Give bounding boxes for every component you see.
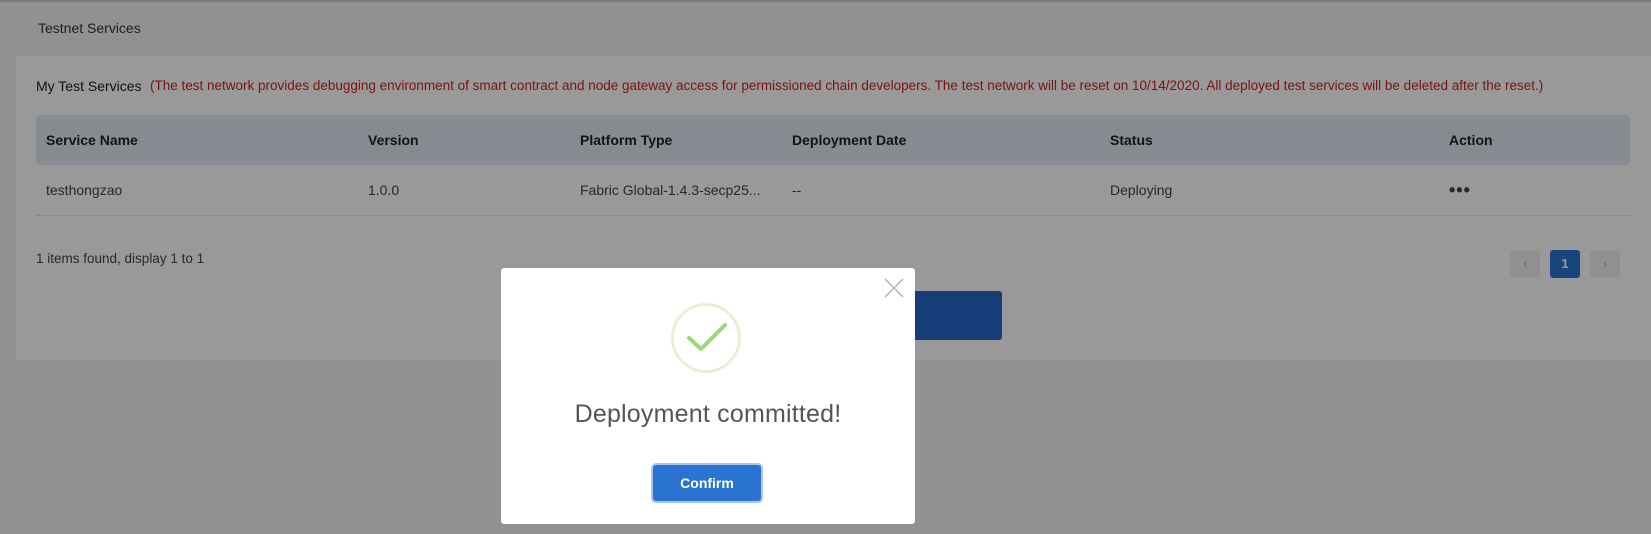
success-dialog: Deployment committed! Confirm [501,268,915,524]
confirm-button[interactable]: Confirm [653,465,761,501]
close-icon[interactable] [882,276,906,300]
check-circle-icon [671,303,741,373]
dialog-title: Deployment committed! [574,400,842,428]
